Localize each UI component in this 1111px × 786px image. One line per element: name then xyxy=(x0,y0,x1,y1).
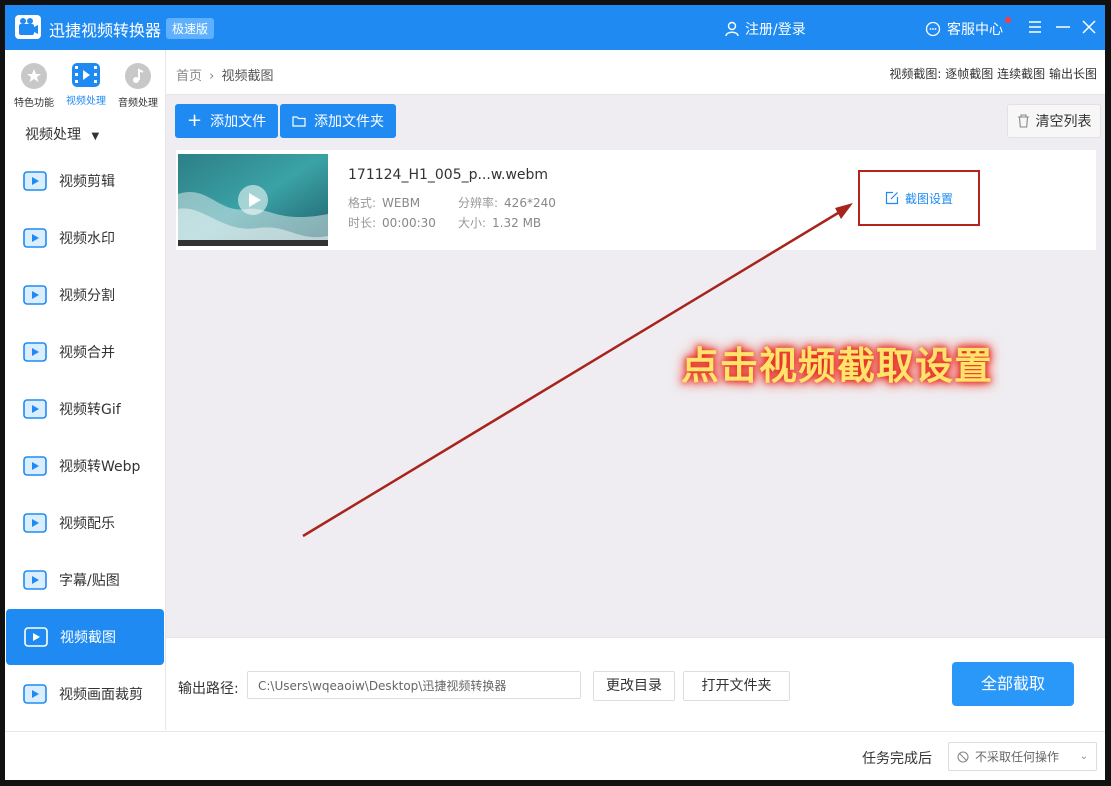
file-item: 171124_H1_005_p...w.webm 格式: WEBM 分辨率: 426… xyxy=(176,150,1096,250)
app-window: 迅捷视频转换器 极速版 注册/登录 客服中心 特色功能 视频处理 音频处理 视频… xyxy=(5,5,1105,780)
screenshot-icon xyxy=(22,623,50,651)
sidebar-item-4[interactable]: 视频合并 xyxy=(5,324,165,380)
login-button[interactable]: 注册/登录 xyxy=(725,19,806,39)
capture-all-button[interactable]: 全部截取 xyxy=(952,662,1074,706)
crop-icon xyxy=(21,680,49,708)
sidebar-item-6[interactable]: 视频转Webp xyxy=(5,438,165,494)
sidebar-item-8[interactable]: 字幕/贴图 xyxy=(5,552,165,608)
sidebar-item-9[interactable]: 视频截图 xyxy=(6,609,164,665)
menu-icon[interactable] xyxy=(1025,17,1045,37)
change-directory-button[interactable]: 更改目录 xyxy=(593,671,675,701)
category-audio[interactable]: 音频处理 xyxy=(111,63,165,109)
edition-badge: 极速版 xyxy=(166,18,215,39)
folder-icon xyxy=(292,116,306,127)
category-label: 特色功能 xyxy=(14,98,54,109)
edit-icon xyxy=(885,191,899,205)
sidebar-item-2[interactable]: 视频水印 xyxy=(5,210,165,266)
service-label: 客服中心 xyxy=(947,22,1003,38)
file-resolution: 分辨率: 426*240 xyxy=(458,196,556,210)
category-label: 视频处理 xyxy=(66,96,106,107)
category-video[interactable]: 视频处理 xyxy=(59,63,113,107)
music-icon xyxy=(125,63,151,89)
mode-frame-by-frame[interactable]: 逐帧截图 xyxy=(945,67,993,81)
title-bar: 迅捷视频转换器 极速版 注册/登录 客服中心 xyxy=(5,5,1105,50)
block-icon xyxy=(957,750,969,763)
category-special[interactable]: 特色功能 xyxy=(7,63,61,109)
output-path-label: 输出路径: xyxy=(178,681,239,697)
sidebar-item-label: 视频画面裁剪 xyxy=(59,687,143,703)
clear-list-button[interactable]: 清空列表 xyxy=(1007,104,1101,138)
output-path-field[interactable]: C:\Users\wqeaoiw\Desktop\迅捷视频转换器 xyxy=(247,671,581,699)
caret-down-icon: ▼ xyxy=(91,131,100,142)
sidebar-item-3[interactable]: 视频分割 xyxy=(5,267,165,323)
sidebar-item-10[interactable]: 视频画面裁剪 xyxy=(5,666,165,722)
breadcrumb: 首页 › 视频截图 xyxy=(176,69,274,84)
breadcrumb-current: 视频截图 xyxy=(221,69,274,84)
sidebar-item-label: 视频转Gif xyxy=(59,402,121,418)
screenshot-modes: 视频截图: 逐帧截图 连续截图 输出长图 xyxy=(889,67,1097,81)
sidebar-item-label: 视频截图 xyxy=(60,630,116,646)
chevron-down-icon: ⌄ xyxy=(1079,751,1088,762)
category-label: 音频处理 xyxy=(118,98,158,109)
main-panel: 首页 › 视频截图 视频截图: 逐帧截图 连续截图 输出长图 + 添加文件 添加… xyxy=(166,50,1105,640)
sidebar-item-label: 视频剪辑 xyxy=(59,174,115,190)
breadcrumb-home[interactable]: 首页 xyxy=(176,69,202,84)
sticker-icon xyxy=(21,566,49,594)
sidebar-item-1[interactable]: 视频剪辑 xyxy=(5,153,165,209)
gif-icon xyxy=(21,395,49,423)
mode-long-image[interactable]: 输出长图 xyxy=(1049,67,1097,81)
add-folder-button[interactable]: 添加文件夹 xyxy=(280,104,396,138)
annotation-text: 点击视频截取设置 xyxy=(681,344,994,388)
chat-icon xyxy=(925,21,941,37)
sidebar-item-7[interactable]: 视频配乐 xyxy=(5,495,165,551)
notification-dot xyxy=(1005,17,1011,23)
screenshot-settings-button[interactable]: 截图设置 xyxy=(858,170,980,226)
app-title: 迅捷视频转换器 xyxy=(49,21,162,40)
sidebar: 特色功能 视频处理 音频处理 视频处理 ▼ 视频剪辑视频水印视频分割视频合并视频… xyxy=(5,50,166,730)
file-size: 大小: 1.32 MB xyxy=(458,216,542,230)
soundtrack-icon xyxy=(21,509,49,537)
webp-icon xyxy=(21,452,49,480)
mode-continuous[interactable]: 连续截图 xyxy=(997,67,1045,81)
app-logo-icon xyxy=(15,15,41,39)
sidebar-item-label: 视频转Webp xyxy=(59,459,141,475)
login-label: 注册/登录 xyxy=(745,22,806,38)
file-format: 格式: WEBM xyxy=(348,196,421,210)
split-icon xyxy=(21,281,49,309)
after-task-label: 任务完成后 xyxy=(862,751,932,767)
category-dropdown[interactable]: 视频处理 ▼ xyxy=(25,124,99,144)
close-icon[interactable] xyxy=(1079,17,1099,37)
plus-icon: + xyxy=(187,110,203,131)
file-duration: 时长: 00:00:30 xyxy=(348,216,436,230)
watermark-icon xyxy=(21,224,49,252)
file-name: 171124_H1_005_p...w.webm xyxy=(348,167,549,183)
sidebar-item-label: 字幕/贴图 xyxy=(59,573,120,589)
sidebar-item-label: 视频配乐 xyxy=(59,516,115,532)
sidebar-item-label: 视频水印 xyxy=(59,231,115,247)
after-task-select[interactable]: 不采取任何操作 ⌄ xyxy=(948,742,1097,771)
customer-service-button[interactable]: 客服中心 xyxy=(925,19,1003,39)
minimize-icon[interactable] xyxy=(1053,17,1073,37)
film-icon xyxy=(72,63,100,87)
open-folder-button[interactable]: 打开文件夹 xyxy=(683,671,790,701)
breadcrumb-bar: 首页 › 视频截图 视频截图: 逐帧截图 连续截图 输出长图 xyxy=(166,50,1105,95)
sidebar-item-5[interactable]: 视频转Gif xyxy=(5,381,165,437)
user-icon xyxy=(725,21,739,37)
trash-icon xyxy=(1017,114,1029,128)
status-bar: 任务完成后 不采取任何操作 ⌄ xyxy=(5,731,1105,780)
sidebar-item-label: 视频分割 xyxy=(59,288,115,304)
video-thumbnail[interactable] xyxy=(178,154,328,246)
output-bar: 输出路径: C:\Users\wqeaoiw\Desktop\迅捷视频转换器 更… xyxy=(166,637,1105,732)
sidebar-item-label: 视频合并 xyxy=(59,345,115,361)
star-icon xyxy=(21,63,47,89)
scissors-icon xyxy=(21,167,49,195)
add-file-button[interactable]: + 添加文件 xyxy=(175,104,279,138)
merge-icon xyxy=(21,338,49,366)
